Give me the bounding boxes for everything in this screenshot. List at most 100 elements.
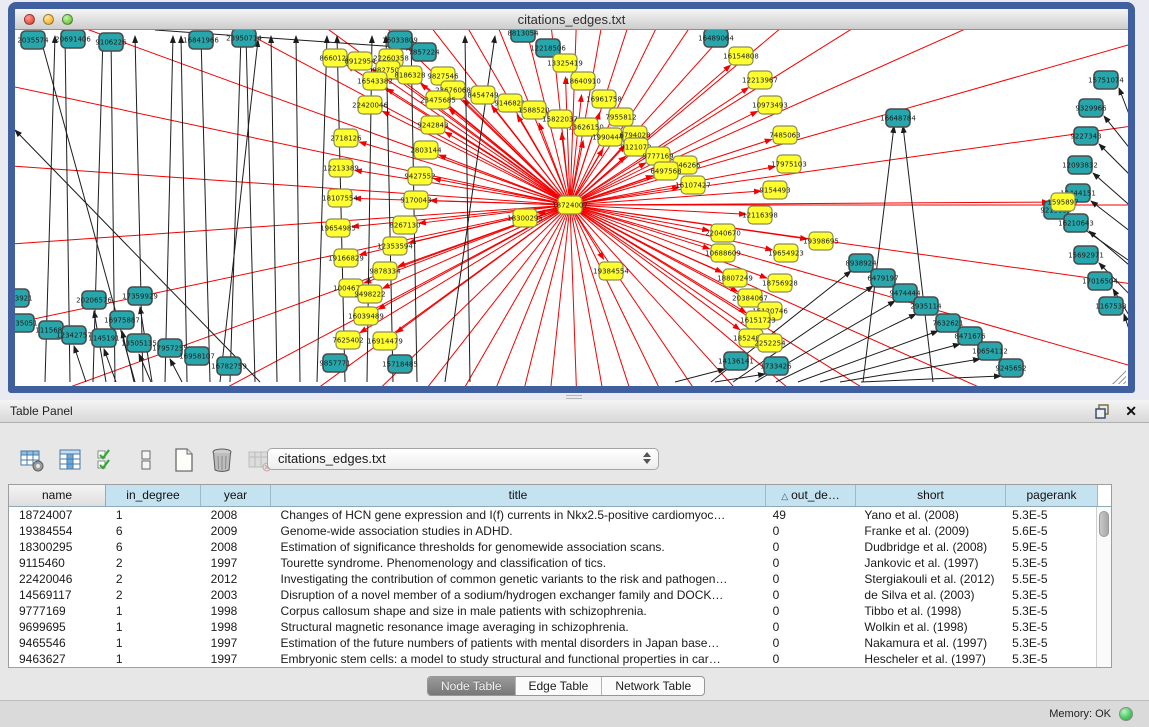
table-cell[interactable]: Disruption of a novel member of a sodium… (271, 587, 765, 603)
table-row[interactable]: 1938455462009Genome-wide association stu… (9, 523, 1096, 539)
table-row[interactable]: 1456911722003Disruption of a novel membe… (9, 587, 1096, 603)
table-cell[interactable]: 2008 (201, 507, 271, 523)
column-header-name[interactable]: name (9, 485, 106, 506)
window-resize-grip[interactable] (1112, 370, 1126, 384)
table-cell[interactable]: Nakamura et al. (1997) (854, 635, 1004, 651)
table-cell[interactable]: 2003 (201, 587, 271, 603)
table-cell[interactable]: 6 (106, 523, 201, 539)
float-panel-icon[interactable] (1095, 404, 1111, 419)
table-cell[interactable]: Stergiakouli et al. (2012) (854, 571, 1004, 587)
table-cell[interactable]: 18300295 (9, 539, 106, 555)
table-cell[interactable]: 2012 (201, 571, 271, 587)
tab-node-table[interactable]: Node Table (428, 677, 516, 695)
column-header-in-degree[interactable]: in_degree (106, 485, 201, 506)
table-cell[interactable]: Jankovic et al. (1997) (854, 555, 1004, 571)
table-cell[interactable]: Tourette syndrome. Phenomenology and cla… (271, 555, 765, 571)
table-cell[interactable]: 0 (765, 651, 855, 667)
select-columns-icon[interactable] (94, 447, 121, 474)
table-cell[interactable]: 2009 (201, 523, 271, 539)
citation-graph[interactable]: 2035574206914069106226168419662395071416… (15, 30, 1128, 386)
table-cell[interactable]: 5.3E-5 (1004, 555, 1096, 571)
table-row[interactable]: 911546021997Tourette syndrome. Phenomeno… (9, 555, 1096, 571)
table-row[interactable]: 977716911998Corpus callosum shape and si… (9, 603, 1096, 619)
table-cell[interactable]: 0 (765, 571, 855, 587)
table-cell[interactable]: Wolkin et al. (1998) (854, 619, 1004, 635)
column-header-out-degree[interactable]: △out_de… (766, 485, 856, 506)
tab-edge-table[interactable]: Edge Table (516, 677, 603, 695)
network-canvas[interactable]: 2035574206914069106226168419662395071416… (15, 30, 1128, 386)
close-panel-icon[interactable]: ✕ (1125, 403, 1137, 419)
table-cell[interactable]: 2 (106, 555, 201, 571)
table-cell[interactable]: Estimation of significance thresholds fo… (271, 539, 765, 555)
table-cell[interactable]: 1 (106, 603, 201, 619)
table-cell[interactable]: 5.5E-5 (1004, 571, 1096, 587)
table-row[interactable]: 1872400712008Changes of HCN gene express… (9, 507, 1096, 523)
table-cell[interactable]: 0 (765, 619, 855, 635)
table-cell[interactable]: 0 (765, 555, 855, 571)
table-cell[interactable]: 1 (106, 619, 201, 635)
column-header-short[interactable]: short (856, 485, 1006, 506)
table-cell[interactable]: 0 (765, 603, 855, 619)
table-cell[interactable]: Embryonic stem cells: a model to study s… (271, 651, 765, 667)
table-cell[interactable]: Changes of HCN gene expression and I(f) … (271, 507, 765, 523)
table-cell[interactable]: 5.9E-5 (1004, 539, 1096, 555)
table-cell[interactable]: Structural magnetic resonance image aver… (271, 619, 765, 635)
table-cell[interactable]: 2 (106, 587, 201, 603)
table-cell[interactable]: 2008 (201, 539, 271, 555)
table-cell[interactable]: Corpus callosum shape and size in male p… (271, 603, 765, 619)
merge-rows-icon[interactable] (132, 447, 159, 474)
tab-network-table[interactable]: Network Table (602, 677, 704, 695)
network-table-select[interactable]: citations_edges.txt (267, 448, 659, 470)
table-cell[interactable]: 9699695 (9, 619, 106, 635)
window-titlebar[interactable]: citations_edges.txt (15, 9, 1128, 30)
table-row[interactable]: 2242004622012Investigating the contribut… (9, 571, 1096, 587)
table-cell[interactable]: 5.3E-5 (1004, 635, 1096, 651)
table-cell[interactable]: 0 (765, 539, 855, 555)
new-table-icon[interactable] (170, 447, 197, 474)
table-cell[interactable]: 5.6E-5 (1004, 523, 1096, 539)
table-row[interactable]: 946554611997Estimation of the future num… (9, 635, 1096, 651)
table-cell[interactable]: 1998 (201, 619, 271, 635)
table-cell[interactable]: 9777169 (9, 603, 106, 619)
table-row[interactable]: 1830029562008Estimation of significance … (9, 539, 1096, 555)
show-columns-icon[interactable] (56, 447, 83, 474)
table-cell[interactable]: Tibbo et al. (1998) (854, 603, 1004, 619)
table-cell[interactable]: 5.3E-5 (1004, 587, 1096, 603)
table-cell[interactable]: Genome-wide association studies in ADHD. (271, 523, 765, 539)
table-cell[interactable]: 49 (765, 507, 855, 523)
table-cell[interactable]: 18724007 (9, 507, 106, 523)
table-scrollbar-thumb[interactable] (1099, 511, 1109, 537)
table-cell[interactable]: Hescheler et al. (1997) (854, 651, 1004, 667)
table-cell[interactable]: 1 (106, 635, 201, 651)
table-cell[interactable]: 1997 (201, 635, 271, 651)
table-cell[interactable]: 6 (106, 539, 201, 555)
table-cell[interactable]: 1 (106, 651, 201, 667)
table-cell[interactable]: 9115460 (9, 555, 106, 571)
table-cell[interactable]: 2 (106, 571, 201, 587)
table-cell[interactable]: Investigating the contribution of common… (271, 571, 765, 587)
table-cell[interactable]: 19384554 (9, 523, 106, 539)
table-cell[interactable]: 9465546 (9, 635, 106, 651)
table-cell[interactable]: 1998 (201, 603, 271, 619)
table-cell[interactable]: 14569117 (9, 587, 106, 603)
table-cell[interactable]: 1997 (201, 651, 271, 667)
table-cell[interactable]: Yano et al. (2008) (854, 507, 1004, 523)
table-cell[interactable]: 0 (765, 587, 855, 603)
table-cell[interactable]: 5.3E-5 (1004, 507, 1096, 523)
column-header-year[interactable]: year (201, 485, 271, 506)
table-scrollbar[interactable] (1096, 507, 1111, 667)
table-row[interactable]: 946362711997Embryonic stem cells: a mode… (9, 651, 1096, 667)
table-cell[interactable]: 0 (765, 523, 855, 539)
table-cell[interactable]: 5.3E-5 (1004, 651, 1096, 667)
table-cell[interactable]: Estimation of the future numbers of pati… (271, 635, 765, 651)
table-cell[interactable]: Franke et al. (2009) (854, 523, 1004, 539)
table-settings-icon[interactable] (18, 447, 45, 474)
table-cell[interactable]: 5.3E-5 (1004, 619, 1096, 635)
table-cell[interactable]: 1997 (201, 555, 271, 571)
table-cell[interactable]: 1 (106, 507, 201, 523)
table-cell[interactable]: 9463627 (9, 651, 106, 667)
delete-table-icon[interactable] (208, 447, 235, 474)
table-cell[interactable]: 5.3E-5 (1004, 603, 1096, 619)
table-cell[interactable]: Dudbridge et al. (2008) (854, 539, 1004, 555)
table-cell[interactable]: 22420046 (9, 571, 106, 587)
